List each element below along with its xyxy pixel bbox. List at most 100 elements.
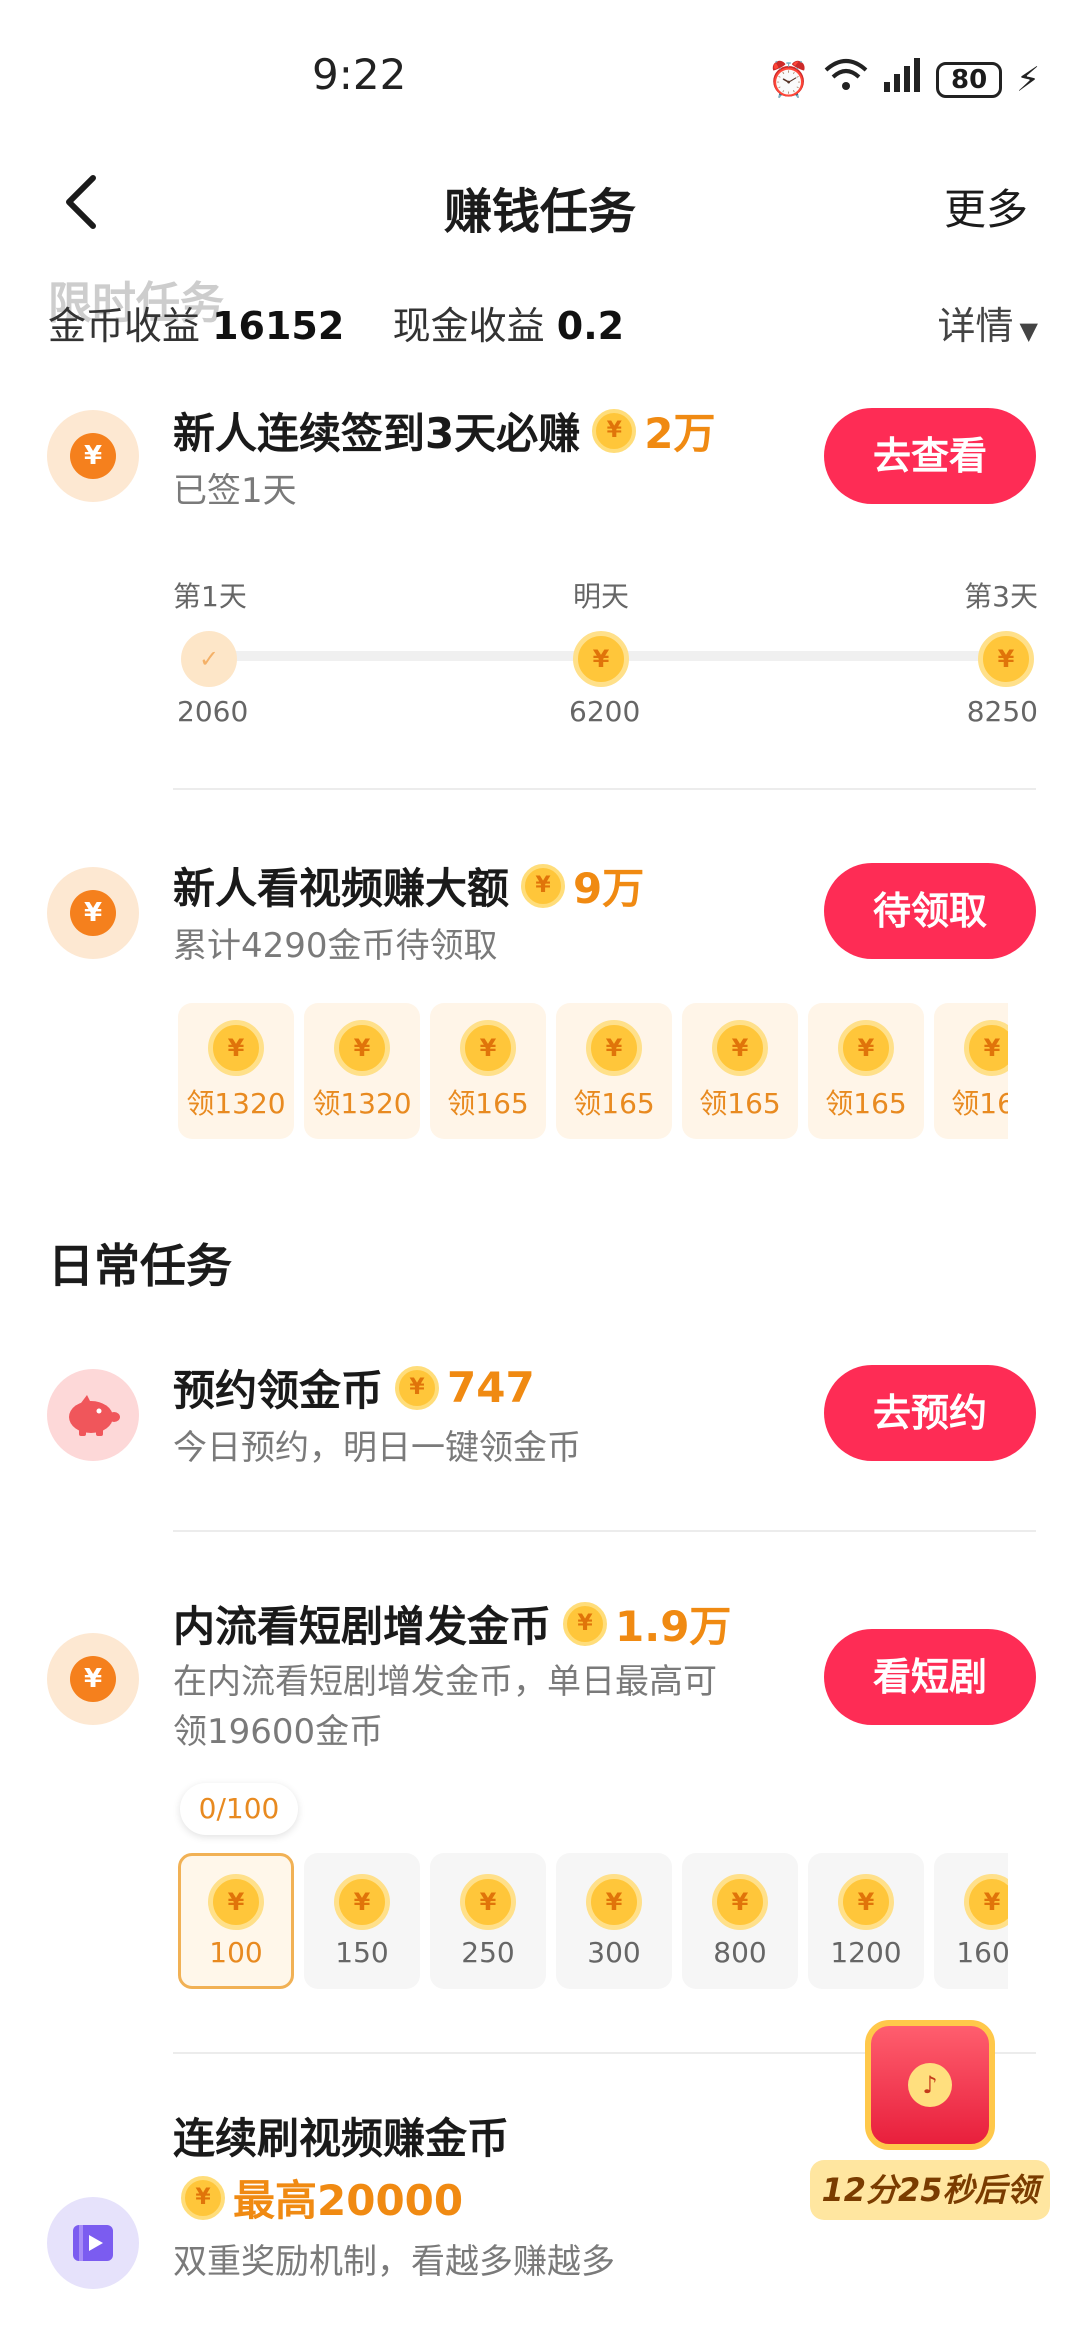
battery-indicator: 80 [936,61,1003,98]
yuan-coin-icon: ¥ [70,1656,116,1702]
coin-icon: ¥ [838,1873,894,1930]
coin-icon: ¥ [208,1873,264,1930]
signal-icon [882,58,922,101]
day-value: 6200 [569,695,641,728]
reward-tile-active[interactable]: ¥100 [178,1853,294,1989]
check-button[interactable]: 去查看 [824,408,1036,504]
coin-icon: ¥ [592,408,637,453]
day-label: 明天 [573,580,630,613]
reward-tile[interactable]: ¥ 领165 [934,1003,1008,1139]
coin-icon: ¥ [334,1020,390,1076]
claim-button[interactable]: 待领取 [824,863,1036,959]
coin-icon: ¥ [964,1873,1008,1930]
watch-drama-button[interactable]: 看短剧 [824,1629,1036,1725]
video-reward-tiles: ¥ 领1320 ¥ 领1320 ¥ 领165 ¥ 领165 ¥ 领165 ¥ 领165 ¥ 领… [178,1003,1008,1139]
task-subtitle-line1: 在内流看短剧增发金币，单日最高可 [173,1662,717,1702]
coin-icon: ¥ [838,1020,894,1076]
reward: ¥ 最高20000 [181,2167,463,2228]
reward-tile[interactable]: ¥150 [304,1853,420,1989]
task-subtitle: 双重奖励机制，看越多赚越多 [173,2242,615,2282]
coin-icon: ¥ [460,1873,516,1930]
task-subtitle: 今日预约，明日一键领金币 [173,1428,581,1468]
task-title-text: 内流看短剧增发金币 [173,1602,552,1651]
nav-header: 赚钱任务 更多 [0,150,1080,260]
details-label: 详情 [937,304,1014,348]
status-time: 9:22 [312,50,407,99]
tile-label: 1200 [830,1935,902,1969]
task-title: 内流看短剧增发金币 ¥1.9万 [173,1593,731,1654]
yuan-coin-icon: ¥ [70,433,116,479]
coin-icon: ¥ [563,1601,608,1646]
reward-tile[interactable]: ¥1200 [808,1853,924,1989]
divider [173,788,1036,790]
tile-label: 领1320 [312,1087,412,1120]
signin-progress: 第1天 ✓ 2060 明天 ¥ 6200 第3天 ¥ 8250 [173,575,1038,735]
coin-earnings-label: 金币收益 [48,304,201,348]
tile-label: 250 [461,1935,515,1969]
reward-tile[interactable]: ¥ 领165 [430,1003,546,1139]
progress-bubble: 0/100 [180,1783,298,1835]
reward-value: 9万 [573,864,645,913]
task-icon [47,2197,139,2289]
coin-earnings-value: 16152 [212,304,345,348]
charging-icon: ⚡ [1016,59,1040,100]
caret-down-icon: ▼ [1019,317,1038,345]
task-title: 新人连续签到3天必赚 ¥2万 [173,400,715,461]
tile-label: 领165 [699,1087,781,1120]
reward-tile[interactable]: ¥300 [556,1853,672,1989]
coin-icon: ¥ [586,1020,642,1076]
alarm-icon: ⏰ [767,59,811,100]
reward-tile[interactable]: ¥ 领165 [808,1003,924,1139]
yuan-coin-icon: ¥ [70,890,116,936]
drama-reward-tiles: ¥100 ¥150 ¥250 ¥300 ¥800 ¥1200 ¥1600 [178,1853,1008,1989]
earnings-summary: 限时任务 金币收益 16152 现金收益 0.2 详情 ▼ [48,278,1038,355]
page-title: 赚钱任务 [443,184,636,240]
coin-icon: ¥ [334,1873,390,1930]
day-value: 2060 [177,695,249,728]
tile-label: 领165 [573,1087,655,1120]
coin-icon: ¥ [586,1873,642,1930]
reward-tile[interactable]: ¥1600 [934,1853,1008,1989]
wifi-icon [824,58,868,101]
task-subtitle: 累计4290金币待领取 [173,926,498,966]
countdown-timer: 12分25秒后领 [810,2160,1050,2220]
coin-icon: ¥ [712,1020,768,1076]
task-subtitle: 已签1天 [173,471,297,511]
treasure-chest-icon: ♪ [865,2020,995,2150]
treasure-chest-widget[interactable]: ♪ 12分25秒后领 [810,2020,1050,2220]
details-button[interactable]: 详情 ▼ [938,295,1038,350]
piggy-bank-icon [69,1395,120,1436]
daily-tasks-heading: 日常任务 [48,1239,232,1293]
reward-tile[interactable]: ¥ 领165 [682,1003,798,1139]
tile-label: 领165 [447,1087,529,1120]
reward: ¥1.9万 [563,1593,731,1654]
tile-label: 800 [713,1935,767,1969]
task-title-text: 新人看视频赚大额 [173,864,510,913]
tile-label: 领165 [825,1087,907,1120]
reward-line: ¥ 最高20000 [173,2167,463,2228]
reward-tile[interactable]: ¥ 领1320 [178,1003,294,1139]
day-label: 第1天 [173,580,247,613]
divider [173,1530,1036,1532]
tile-label: 1600 [956,1935,1008,1969]
coin-icon: ¥ [181,2175,225,2220]
task-icon: ¥ [47,410,139,502]
reserve-button[interactable]: 去预约 [824,1365,1036,1461]
more-button[interactable]: 更多 [944,176,1028,237]
reward: ¥2万 [592,400,715,461]
coin-icon: ¥ [395,1365,440,1410]
reward-value: 最高20000 [233,2176,464,2225]
coin-icon: ¥ [712,1873,768,1930]
reward-value: 2万 [644,409,716,458]
reward-tile[interactable]: ¥800 [682,1853,798,1989]
reward-tile[interactable]: ¥ 领165 [556,1003,672,1139]
task-icon [47,1369,139,1461]
coin-icon: ¥ [208,1020,264,1076]
day-value: 8250 [966,695,1038,728]
tile-label: 领1320 [186,1087,286,1120]
reward-tile[interactable]: ¥250 [430,1853,546,1989]
coin-stack-icon: ¥ [978,631,1034,687]
tile-label: 100 [209,1935,263,1969]
reward-tile[interactable]: ¥ 领1320 [304,1003,420,1139]
coin-icon: ¥ [460,1020,516,1076]
